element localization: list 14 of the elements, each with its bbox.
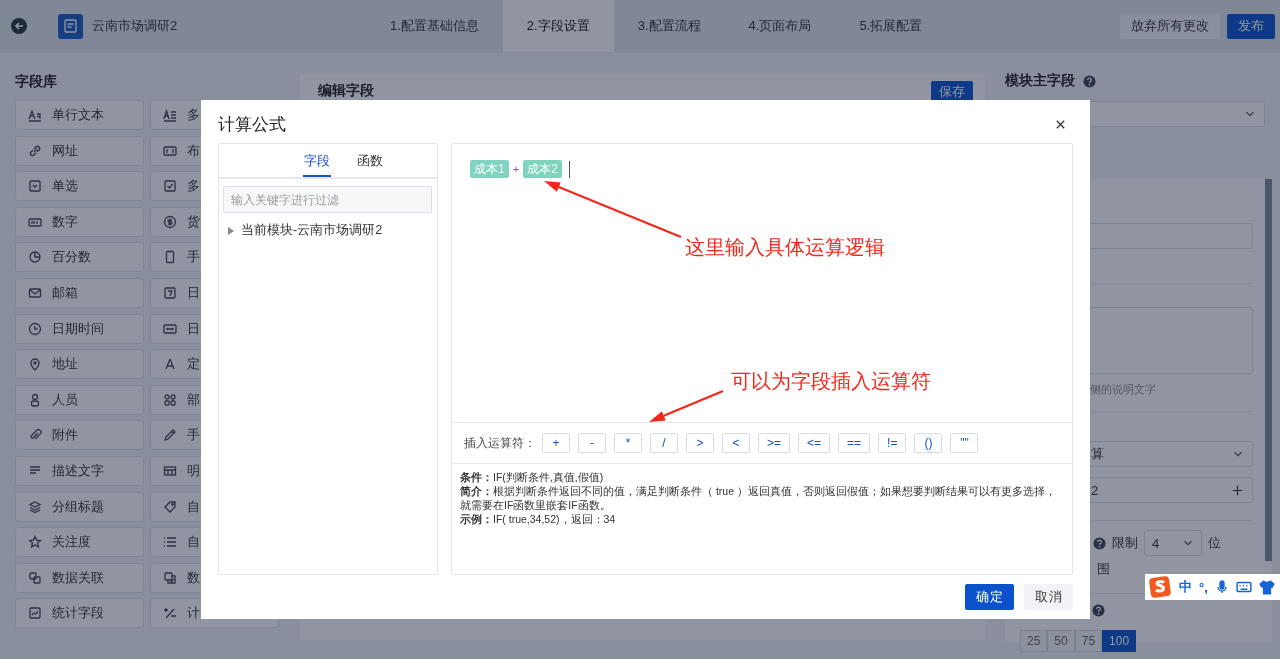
panel-title: 编辑字段 [318,81,374,99]
dialog-title: 计算公式 [218,113,286,136]
annotation-text: 这里输入具体运算逻辑 [685,235,885,259]
field-label: 围 [1097,561,1110,576]
panel-title: 模块主字段 [1005,72,1075,90]
field-label: 限制 [1112,534,1138,552]
app-title: 云南市场调研2 [92,17,178,35]
operator-symbol: + [512,163,520,175]
unit-label: 位 [1208,534,1221,552]
operators-label: 插入运算符： [464,434,536,452]
annotation-text: 可以为字段插入运算符 [731,369,931,393]
description-text: 示例：IF( true,34,52)，返回：34 [460,512,617,526]
panel-title: 字段库 [15,72,58,91]
description-text: 条件：IF(判断条件,真值,假值) [460,470,605,484]
